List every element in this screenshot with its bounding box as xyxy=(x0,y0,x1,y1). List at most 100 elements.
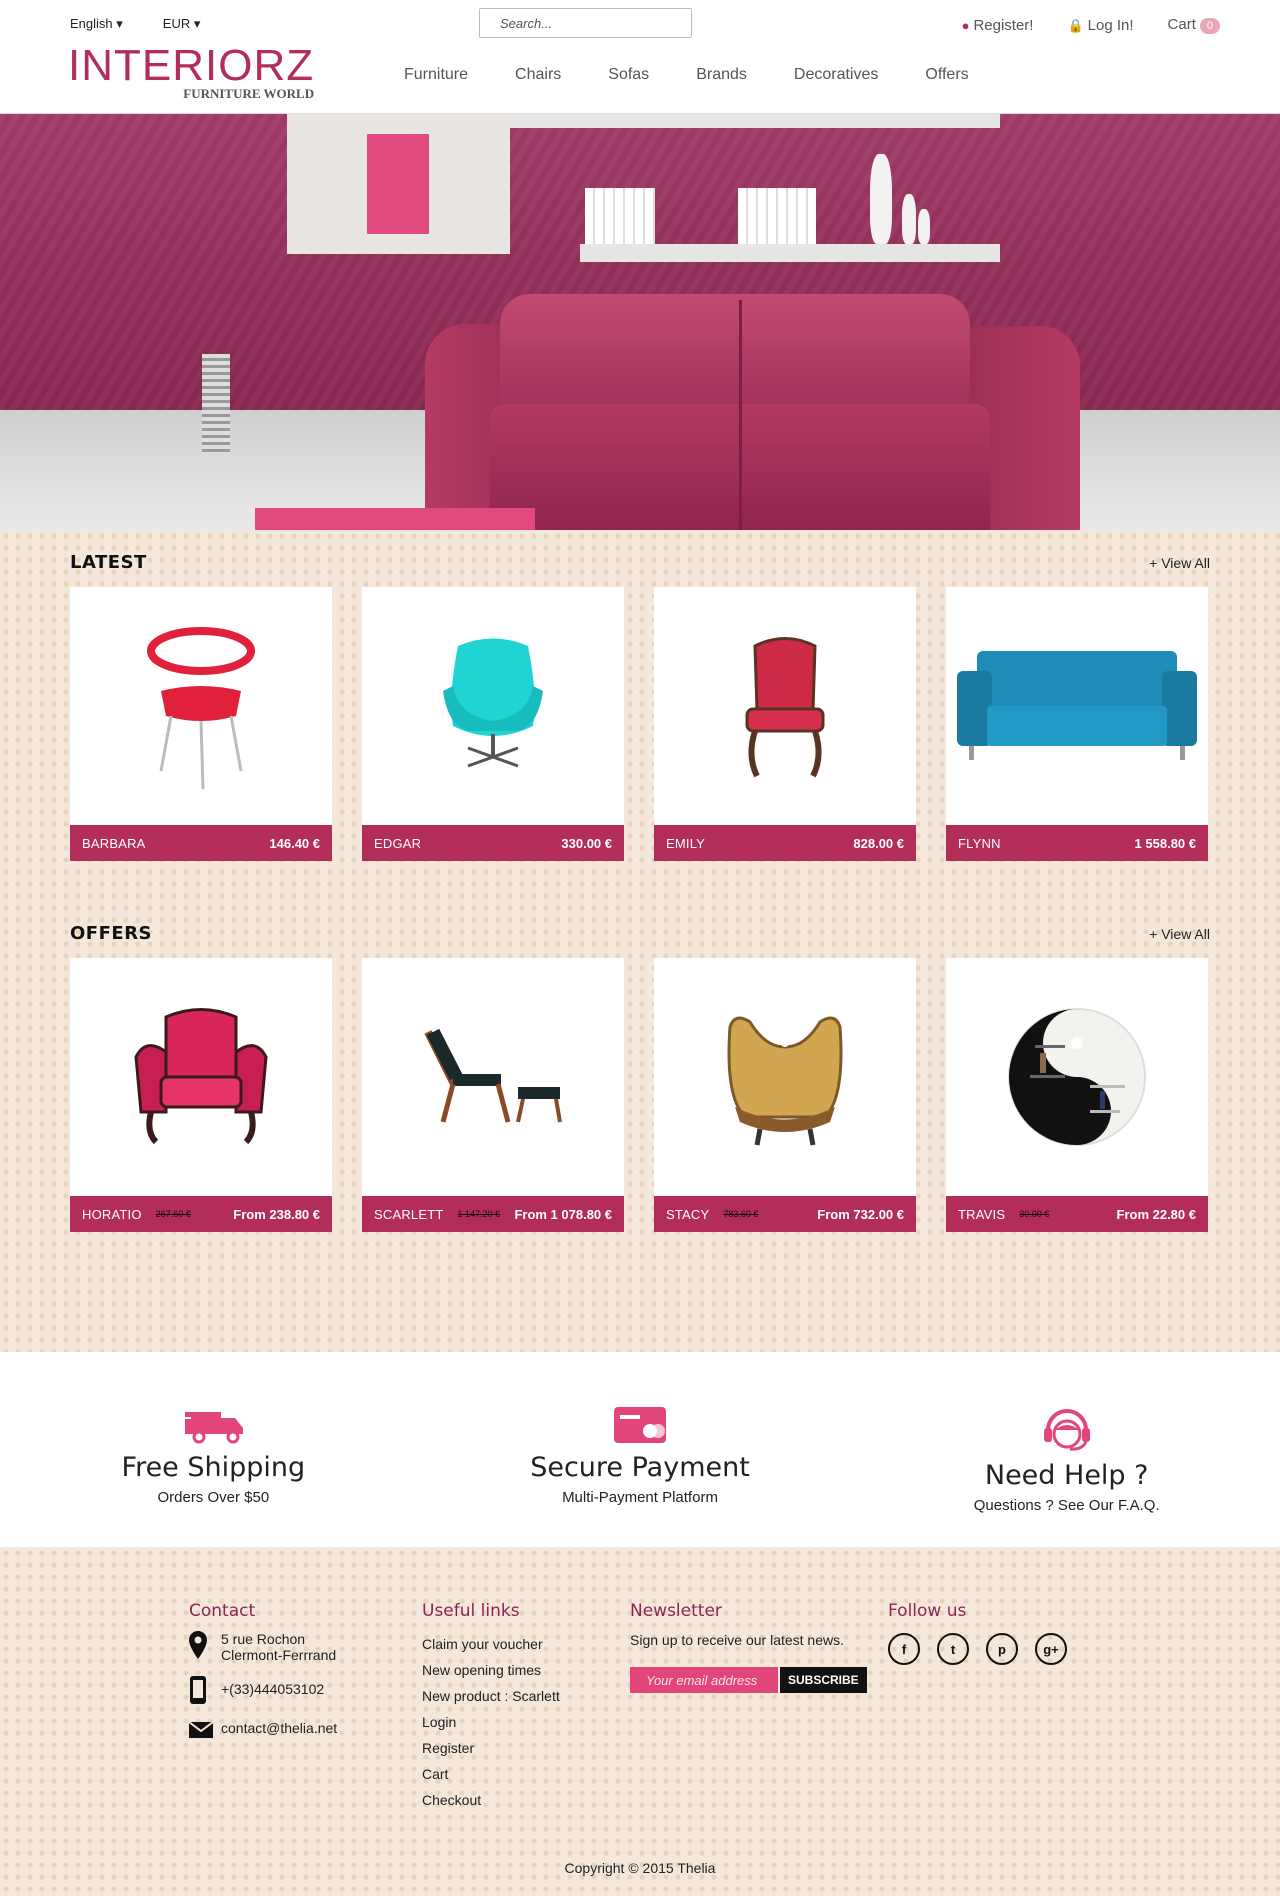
site-logo[interactable]: INTERIORZ FURNITURE WORLD xyxy=(68,44,314,102)
hero-books xyxy=(585,188,655,244)
product-price: From 238.80 € xyxy=(233,1206,320,1222)
footer-link[interactable]: New opening times xyxy=(422,1657,612,1683)
newsletter-email-input[interactable] xyxy=(630,1667,778,1693)
user-icon: ● xyxy=(961,17,970,33)
product-name: TRAVIS xyxy=(958,1206,1006,1222)
product-info-bar: BARBARA 146.40 € xyxy=(70,825,332,861)
main-nav: Furniture Chairs Sofas Brands Decorative… xyxy=(404,66,969,84)
hero-shelf xyxy=(580,244,1000,262)
subscribe-button[interactable]: SUBSCRIBE xyxy=(780,1667,867,1693)
feature-subtitle: Orders Over $50 xyxy=(157,1489,270,1506)
chevron-down-icon: ▾ xyxy=(116,16,123,31)
footer-link[interactable]: Claim your voucher xyxy=(422,1631,612,1657)
armchair-icon xyxy=(134,1008,268,1145)
login-label: Log In! xyxy=(1087,16,1134,34)
products-area: LATEST + View All BARBARA 146.40 € EDGAR… xyxy=(0,530,1280,1352)
headset-icon xyxy=(853,1404,1280,1454)
pinterest-icon[interactable]: p xyxy=(986,1633,1018,1665)
product-card[interactable]: SCARLETT 1 147.20 € From 1 078.80 € xyxy=(362,958,624,1232)
egg-chair-icon xyxy=(443,638,543,768)
product-image xyxy=(70,587,332,825)
footer-contact-title: Contact xyxy=(189,1601,256,1621)
product-name: FLYNN xyxy=(958,835,1001,851)
product-image xyxy=(362,958,624,1196)
product-card[interactable]: TRAVIS 30.00 € From 22.80 € xyxy=(946,958,1208,1232)
contact-email: contact@thelia.net xyxy=(188,1720,389,1741)
features-strip: Free Shipping Orders Over $50 Secure Pay… xyxy=(0,1352,1280,1547)
hero-vase xyxy=(902,194,916,244)
feature-free-shipping: Free Shipping Orders Over $50 xyxy=(0,1404,427,1547)
product-card[interactable]: HORATIO 267.60 € From 238.80 € xyxy=(70,958,332,1232)
nav-item-sofas[interactable]: Sofas xyxy=(608,66,649,84)
product-card[interactable]: BARBARA 146.40 € xyxy=(70,587,332,861)
product-image xyxy=(654,587,916,825)
cart-link[interactable]: Cart 0 xyxy=(1168,16,1220,34)
hero-books xyxy=(738,188,816,244)
product-info-bar: FLYNN 1 558.80 € xyxy=(946,825,1208,861)
search-input[interactable] xyxy=(479,8,692,38)
latest-view-all-link[interactable]: + View All xyxy=(1149,555,1210,571)
facebook-icon[interactable]: f xyxy=(888,1633,920,1665)
product-info-bar: STACY 783.60 € From 732.00 € xyxy=(654,1196,916,1232)
envelope-icon xyxy=(188,1720,221,1741)
twitter-icon[interactable]: t xyxy=(937,1633,969,1665)
chevron-down-icon: ▾ xyxy=(193,16,201,31)
product-price: 1 558.80 € xyxy=(1134,835,1196,851)
footer-link[interactable]: New product : Scarlett xyxy=(422,1683,612,1709)
copyright: Copyright © 2015 Thelia xyxy=(564,1860,716,1876)
nav-item-chairs[interactable]: Chairs xyxy=(515,66,561,84)
footer-link[interactable]: Checkout xyxy=(422,1787,612,1813)
footer-link[interactable]: Login xyxy=(422,1709,612,1735)
product-name: SCARLETT xyxy=(374,1206,444,1222)
contact-address: 5 rue Rochon Clermont-Ferrrand xyxy=(189,1631,389,1663)
offers-view-all-link[interactable]: + View All xyxy=(1149,926,1210,942)
hero-banner xyxy=(0,114,1280,530)
currency-selector[interactable]: EUR ▾ xyxy=(163,16,201,32)
cart-count-badge: 0 xyxy=(1199,18,1220,34)
feature-title: Free Shipping xyxy=(121,1452,306,1483)
nav-item-brands[interactable]: Brands xyxy=(696,66,747,84)
latest-header: LATEST + View All xyxy=(70,552,1210,573)
hero-cabinet xyxy=(287,114,510,254)
product-card[interactable]: EDGAR 330.00 € xyxy=(362,587,624,861)
feature-subtitle: Questions ? See Our F.A.Q. xyxy=(973,1497,1160,1514)
cart-label: Cart xyxy=(1167,16,1196,33)
site-header: English ▾ EUR ▾ ●Register! 🔒Log In! Cart… xyxy=(0,0,1280,114)
nav-item-decoratives[interactable]: Decoratives xyxy=(794,66,878,84)
product-card[interactable]: FLYNN 1 558.80 € xyxy=(946,587,1208,861)
login-link[interactable]: 🔒 Log In! xyxy=(1067,17,1133,34)
product-name: STACY xyxy=(666,1206,710,1222)
product-old-price: 1 147.20 € xyxy=(457,1209,501,1219)
hero-rug xyxy=(255,508,535,530)
email-address[interactable]: contact@thelia.net xyxy=(221,1720,337,1736)
product-card[interactable]: EMILY 828.00 € xyxy=(654,587,916,861)
wood-chair-icon xyxy=(727,1016,843,1146)
nav-item-furniture[interactable]: Furniture xyxy=(404,66,468,84)
footer-newsletter-title: Newsletter xyxy=(630,1601,722,1621)
product-price: From 1 078.80 € xyxy=(514,1206,612,1222)
product-name: BARBARA xyxy=(82,835,146,851)
nav-item-offers[interactable]: Offers xyxy=(925,66,968,84)
footer-link[interactable]: Register xyxy=(422,1735,612,1761)
footer-links-title: Useful links xyxy=(422,1601,520,1621)
product-info-bar: EDGAR 330.00 € xyxy=(362,825,624,861)
hero-sofa-split xyxy=(739,300,742,530)
product-info-bar: TRAVIS 30.00 € From 22.80 € xyxy=(946,1196,1208,1232)
register-label: Register! xyxy=(973,16,1034,34)
product-image xyxy=(654,958,916,1196)
address-line1: 5 rue Rochon xyxy=(221,1631,306,1647)
register-link[interactable]: ● Register! xyxy=(962,17,1034,34)
feature-secure-payment: Secure Payment Multi-Payment Platform xyxy=(427,1404,854,1547)
user-links: ● Register! 🔒 Log In! Cart 0 xyxy=(962,16,1220,34)
phone-number[interactable]: +(33)444053102 xyxy=(221,1681,324,1697)
social-links: f t p g+ xyxy=(888,1633,1108,1665)
footer-link[interactable]: Cart xyxy=(422,1761,612,1787)
contact-phone: +(33)444053102 xyxy=(189,1675,389,1708)
hero-vase xyxy=(870,154,892,244)
language-selector[interactable]: English ▾ xyxy=(70,16,123,32)
blue-sofa-icon xyxy=(957,651,1197,760)
product-card[interactable]: STACY 783.60 € From 732.00 € xyxy=(654,958,916,1232)
footer-follow: Follow us f t p g+ xyxy=(888,1601,1108,1665)
google-plus-icon[interactable]: g+ xyxy=(1035,1633,1067,1665)
footer-follow-title: Follow us xyxy=(888,1601,967,1621)
